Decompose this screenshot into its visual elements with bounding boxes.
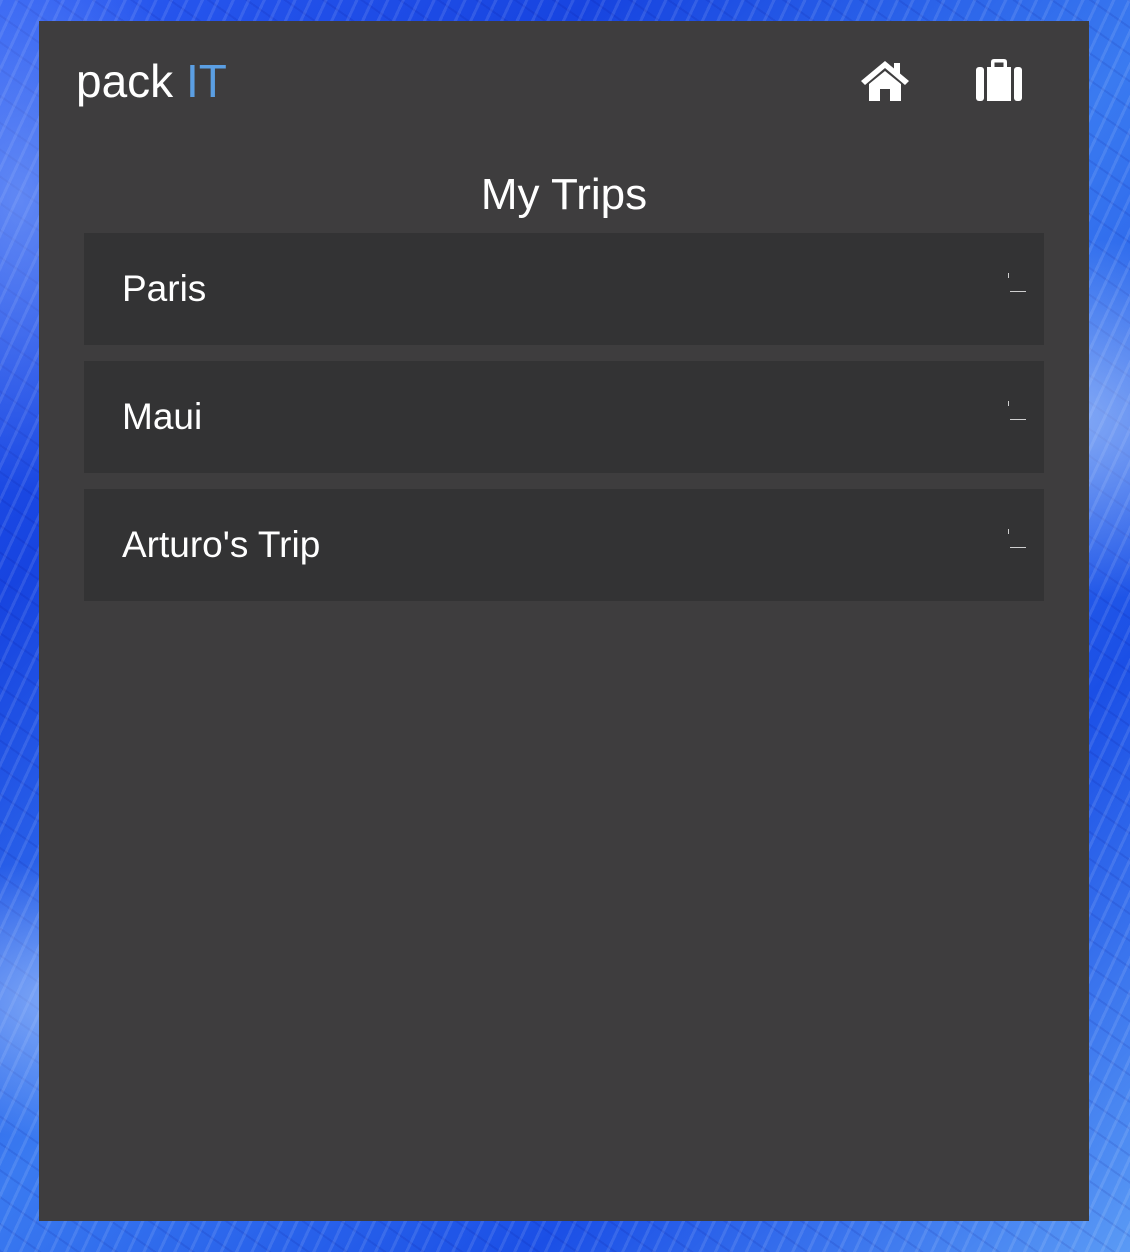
trip-name: Maui	[122, 396, 203, 437]
brand-name: pack	[76, 55, 174, 107]
trip-list: Paris Maui Arturo's Trip	[84, 233, 1044, 617]
page-title: My Trips	[480, 170, 648, 219]
trip-menu-icon-dash	[1010, 291, 1026, 292]
trip-menu-icon[interactable]	[1008, 273, 1026, 293]
home-icon	[861, 61, 909, 101]
trip-name: Paris	[122, 268, 207, 309]
trip-item-maui[interactable]: Maui	[84, 361, 1044, 473]
trip-item-arturos-trip[interactable]: Arturo's Trip	[84, 489, 1044, 601]
home-button[interactable]	[857, 55, 913, 105]
trip-name: Arturo's Trip	[122, 524, 321, 565]
brand-logo[interactable]: pack IT	[76, 51, 227, 111]
trips-button[interactable]	[971, 55, 1027, 105]
brand-accent: IT	[185, 55, 227, 107]
trip-menu-icon[interactable]	[1008, 401, 1026, 421]
trip-item-paris[interactable]: Paris	[84, 233, 1044, 345]
app-panel: pack IT My Trips Paris Maui Arturo's Tri…	[39, 21, 1089, 1221]
trip-menu-icon-tick	[1008, 529, 1009, 534]
header: pack IT	[39, 21, 1089, 141]
trip-menu-icon[interactable]	[1008, 529, 1026, 549]
trip-menu-icon-dash	[1010, 547, 1026, 548]
trip-menu-icon-tick	[1008, 401, 1009, 406]
trip-menu-icon-dash	[1010, 419, 1026, 420]
trip-menu-icon-tick	[1008, 273, 1009, 278]
suitcase-icon	[976, 59, 1022, 101]
